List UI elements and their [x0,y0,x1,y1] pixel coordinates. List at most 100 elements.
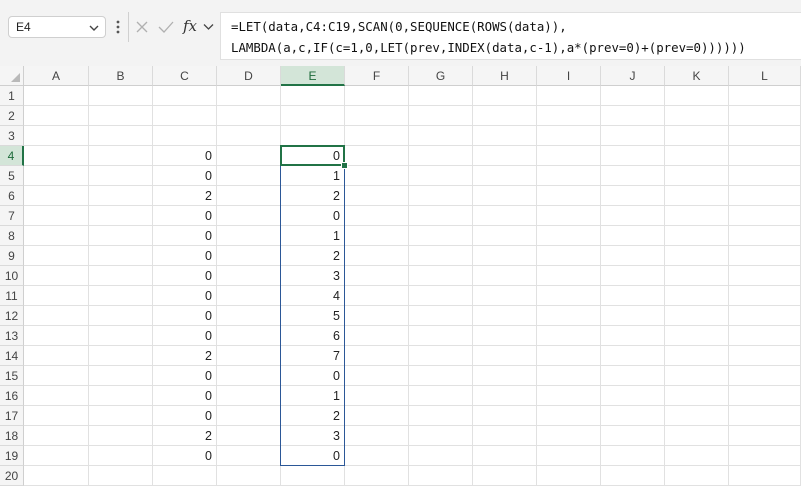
cell-f3[interactable] [345,126,409,146]
cell-f10[interactable] [345,266,409,286]
cell-b14[interactable] [89,346,153,366]
cell-j19[interactable] [601,446,665,466]
cell-i7[interactable] [537,206,601,226]
cell-g8[interactable] [409,226,473,246]
cell-l14[interactable] [729,346,801,366]
cell-e16[interactable]: 1 [281,386,345,406]
cell-j17[interactable] [601,406,665,426]
cell-g1[interactable] [409,86,473,106]
cell-l12[interactable] [729,306,801,326]
column-header-k[interactable]: K [665,66,729,86]
cell-f2[interactable] [345,106,409,126]
cell-c12[interactable]: 0 [153,306,217,326]
cell-l7[interactable] [729,206,801,226]
cell-e20[interactable] [281,466,345,486]
cell-i10[interactable] [537,266,601,286]
cell-k7[interactable] [665,206,729,226]
cell-g6[interactable] [409,186,473,206]
row-header-2[interactable]: 2 [0,106,24,126]
cell-l16[interactable] [729,386,801,406]
cell-h1[interactable] [473,86,537,106]
cell-d13[interactable] [217,326,281,346]
cell-d5[interactable] [217,166,281,186]
cell-h13[interactable] [473,326,537,346]
cell-b5[interactable] [89,166,153,186]
cell-h6[interactable] [473,186,537,206]
cell-c16[interactable]: 0 [153,386,217,406]
cell-d16[interactable] [217,386,281,406]
cell-c11[interactable]: 0 [153,286,217,306]
row-header-15[interactable]: 15 [0,366,24,386]
cell-c14[interactable]: 2 [153,346,217,366]
row-header-19[interactable]: 19 [0,446,24,466]
cell-a7[interactable] [24,206,89,226]
cell-f6[interactable] [345,186,409,206]
cell-i5[interactable] [537,166,601,186]
cell-h12[interactable] [473,306,537,326]
cell-k6[interactable] [665,186,729,206]
cell-g19[interactable] [409,446,473,466]
cell-g7[interactable] [409,206,473,226]
cell-c5[interactable]: 0 [153,166,217,186]
cell-i16[interactable] [537,386,601,406]
cell-a19[interactable] [24,446,89,466]
cell-f15[interactable] [345,366,409,386]
row-header-5[interactable]: 5 [0,166,24,186]
cell-e13[interactable]: 6 [281,326,345,346]
cell-e7[interactable]: 0 [281,206,345,226]
cell-a6[interactable] [24,186,89,206]
cell-j10[interactable] [601,266,665,286]
cell-j11[interactable] [601,286,665,306]
cell-f19[interactable] [345,446,409,466]
cell-e19[interactable]: 0 [281,446,345,466]
cell-j2[interactable] [601,106,665,126]
column-header-d[interactable]: D [217,66,281,86]
cell-c10[interactable]: 0 [153,266,217,286]
cell-f4[interactable] [345,146,409,166]
cell-i11[interactable] [537,286,601,306]
row-header-14[interactable]: 14 [0,346,24,366]
cell-k10[interactable] [665,266,729,286]
cell-d4[interactable] [217,146,281,166]
cell-l18[interactable] [729,426,801,446]
cell-c8[interactable]: 0 [153,226,217,246]
cell-l10[interactable] [729,266,801,286]
cell-f8[interactable] [345,226,409,246]
cell-g14[interactable] [409,346,473,366]
cell-e12[interactable]: 5 [281,306,345,326]
cell-i17[interactable] [537,406,601,426]
cell-e1[interactable] [281,86,345,106]
cell-l11[interactable] [729,286,801,306]
cell-d14[interactable] [217,346,281,366]
cell-g15[interactable] [409,366,473,386]
cell-g12[interactable] [409,306,473,326]
cell-a3[interactable] [24,126,89,146]
cell-b18[interactable] [89,426,153,446]
cell-j12[interactable] [601,306,665,326]
cell-c9[interactable]: 0 [153,246,217,266]
row-header-7[interactable]: 7 [0,206,24,226]
cell-g10[interactable] [409,266,473,286]
cell-a8[interactable] [24,226,89,246]
cancel-icon[interactable] [134,19,150,35]
cell-e5[interactable]: 1 [281,166,345,186]
cell-c4[interactable]: 0 [153,146,217,166]
row-header-3[interactable]: 3 [0,126,24,146]
cell-c15[interactable]: 0 [153,366,217,386]
cell-d7[interactable] [217,206,281,226]
cell-a5[interactable] [24,166,89,186]
cell-f14[interactable] [345,346,409,366]
cell-a2[interactable] [24,106,89,126]
cell-b9[interactable] [89,246,153,266]
cell-g2[interactable] [409,106,473,126]
chevron-down-icon[interactable] [87,21,101,35]
cell-j8[interactable] [601,226,665,246]
cell-g11[interactable] [409,286,473,306]
cell-e11[interactable]: 4 [281,286,345,306]
cell-g4[interactable] [409,146,473,166]
cell-h15[interactable] [473,366,537,386]
row-header-8[interactable]: 8 [0,226,24,246]
cell-c1[interactable] [153,86,217,106]
cell-a9[interactable] [24,246,89,266]
cell-b15[interactable] [89,366,153,386]
